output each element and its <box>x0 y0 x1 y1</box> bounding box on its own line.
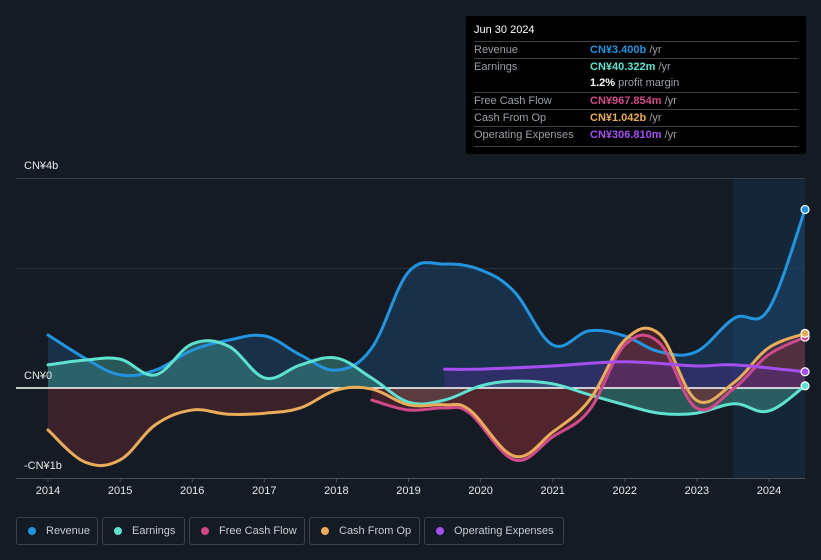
legend-dot-icon <box>28 527 36 535</box>
x-tick-label: 2020 <box>468 485 493 497</box>
tooltip-divider <box>474 146 798 147</box>
tooltip-date: Jun 30 2024 <box>474 24 535 36</box>
legend-item-cash-from-op[interactable]: Cash From Op <box>309 517 420 545</box>
end-point-earnings <box>800 381 810 391</box>
x-tick-label: 2019 <box>396 485 421 497</box>
x-tick-label: 2016 <box>179 485 205 497</box>
legend-dot-icon <box>114 527 122 535</box>
x-tick-label: 2021 <box>540 485 565 497</box>
tooltip-unit: /yr <box>646 44 662 56</box>
tooltip-row-earnings: Earnings CN¥40.322m /yr <box>474 58 798 76</box>
legend-item-revenue[interactable]: Revenue <box>16 517 98 545</box>
tooltip-label: Revenue <box>474 44 519 56</box>
y-tick-label: CN¥4b <box>24 160 59 172</box>
x-tick-label: 2018 <box>324 485 349 497</box>
x-tick-label: 2017 <box>252 485 277 497</box>
tooltip-value: CN¥1.042b <box>590 112 647 124</box>
tooltip-row-revenue: Revenue CN¥3.400b /yr <box>474 41 798 59</box>
legend-item-free-cash-flow[interactable]: Free Cash Flow <box>189 517 305 545</box>
tooltip-value: CN¥40.322m <box>590 61 656 73</box>
tooltip-label: Earnings <box>474 61 518 73</box>
legend-label: Earnings <box>132 525 176 537</box>
x-tick-label: 2015 <box>107 485 133 497</box>
y-tick-label: CN¥0 <box>24 370 53 382</box>
end-point-revenue <box>800 204 810 215</box>
tooltip-value: 1.2% <box>590 77 616 89</box>
tooltip-value: CN¥306.810m <box>590 129 662 141</box>
legend-item-earnings[interactable]: Earnings <box>102 517 185 545</box>
legend-label: Operating Expenses <box>454 525 554 537</box>
end-point-operating-expenses <box>800 367 810 377</box>
tooltip-unit: /yr <box>661 129 677 141</box>
legend-dot-icon <box>436 527 444 535</box>
tooltip-row-cfo: Cash From Op CN¥1.042b /yr <box>474 109 798 127</box>
tooltip-unit: /yr <box>661 95 677 107</box>
x-tick-label: 2023 <box>684 485 710 497</box>
legend-item-operating-expenses[interactable]: Operating Expenses <box>424 517 564 545</box>
tooltip-row-opex: Operating Expenses CN¥306.810m /yr <box>474 126 798 144</box>
tooltip-value: CN¥967.854m <box>590 95 662 107</box>
legend-label: Revenue <box>46 525 91 537</box>
tooltip-row-margin: 1.2% profit margin <box>474 75 798 92</box>
legend-dot-icon <box>321 527 329 535</box>
tooltip-label: Free Cash Flow <box>474 95 552 107</box>
tooltip-value: CN¥3.400b <box>590 44 647 56</box>
y-tick-label: -CN¥1b <box>24 460 62 472</box>
tooltip-row-fcf: Free Cash Flow CN¥967.854m /yr <box>474 92 798 110</box>
tooltip-unit: /yr <box>646 112 662 124</box>
area-revenue <box>48 209 806 388</box>
x-tick-label: 2022 <box>612 485 638 497</box>
tooltip-label: Operating Expenses <box>474 129 574 141</box>
tooltip-unit: profit margin <box>615 77 680 89</box>
x-tick-label: 2024 <box>756 485 782 497</box>
tooltip-label: Cash From Op <box>474 112 547 124</box>
tooltip: Jun 30 2024 Revenue CN¥3.400b /yr Earnin… <box>466 16 806 154</box>
tooltip-unit: /yr <box>655 61 671 73</box>
legend-label: Free Cash Flow <box>219 525 297 537</box>
legend-label: Cash From Op <box>339 525 412 537</box>
end-point-cash-from-op <box>800 328 810 338</box>
x-tick-label: 2014 <box>35 485 61 497</box>
legend-dot-icon <box>201 527 209 535</box>
